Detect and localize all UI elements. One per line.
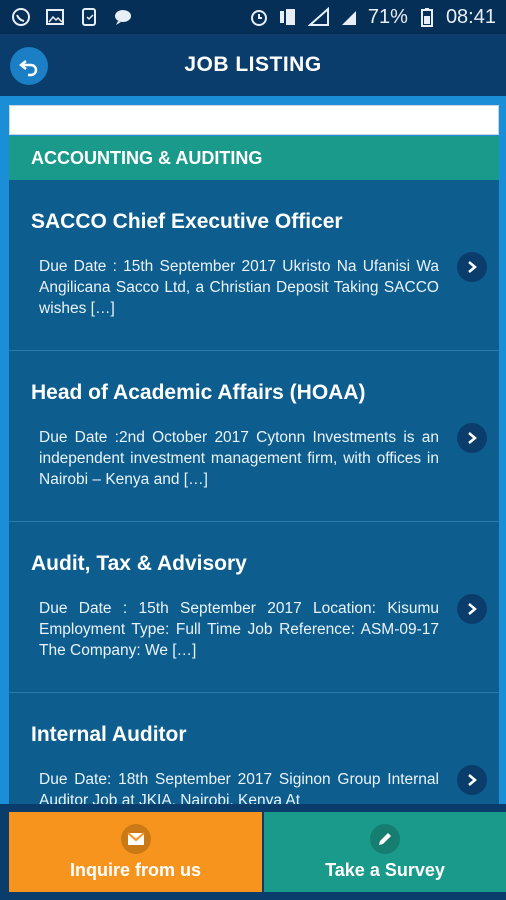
signal-sim2-icon: [338, 7, 360, 27]
alarm-icon: [248, 7, 270, 27]
page-title: JOB LISTING: [184, 53, 322, 76]
chat-icon: [112, 7, 134, 27]
app-bar: JOB LISTING: [0, 34, 506, 96]
job-item[interactable]: Head of Academic Affairs (HOAA) Due Date…: [9, 351, 499, 522]
job-title: Head of Academic Affairs (HOAA): [31, 381, 366, 404]
device-icon: [78, 7, 100, 27]
back-button[interactable]: [10, 47, 48, 85]
search-input[interactable]: [9, 105, 499, 135]
signal-sim1-icon: [278, 7, 300, 27]
chevron-right-icon[interactable]: [457, 594, 487, 624]
inquire-label: Inquire from us: [69, 859, 201, 880]
job-title: Audit, Tax & Advisory: [31, 552, 247, 575]
job-description: Due Date :2nd October 2017 Cytonn Invest…: [39, 429, 439, 488]
job-item[interactable]: Audit, Tax & Advisory Due Date : 15th Se…: [9, 522, 499, 693]
pencil-icon: [370, 823, 400, 854]
content-frame: ACCOUNTING & AUDITING SACCO Chief Execut…: [0, 96, 506, 804]
job-title: Internal Auditor: [31, 723, 187, 746]
category-header[interactable]: ACCOUNTING & AUDITING: [9, 136, 499, 180]
job-description: Due Date : 15th September 2017 Location:…: [39, 600, 439, 659]
mail-icon: [120, 823, 151, 854]
clock: 08:41: [445, 5, 496, 28]
back-arrow-icon: [18, 60, 38, 77]
chevron-right-icon[interactable]: [457, 252, 487, 282]
bottom-action-bar: Inquire from us Take a Survey: [0, 804, 506, 900]
signal-bars-icon: [307, 7, 330, 27]
job-list[interactable]: SACCO Chief Executive Officer Due Date :…: [9, 180, 499, 804]
whatsapp-icon: [10, 7, 32, 27]
inquire-button[interactable]: Inquire from us: [9, 812, 262, 892]
battery-icon: [416, 7, 438, 27]
battery-percent: 71%: [367, 5, 408, 28]
system-status: 71% 08:41: [248, 6, 496, 29]
job-description: Due Date : 15th September 2017 Ukristo N…: [39, 258, 439, 317]
job-item[interactable]: Internal Auditor Due Date: 18th Septembe…: [9, 693, 499, 804]
category-label: ACCOUNTING & AUDITING: [31, 147, 263, 168]
survey-button[interactable]: Take a Survey: [264, 812, 506, 892]
job-item[interactable]: SACCO Chief Executive Officer Due Date :…: [9, 180, 499, 351]
chevron-right-icon[interactable]: [457, 423, 487, 453]
job-title: SACCO Chief Executive Officer: [31, 210, 343, 233]
chevron-right-icon[interactable]: [457, 765, 487, 795]
survey-label: Take a Survey: [325, 859, 445, 880]
notification-icons: [10, 7, 134, 27]
gallery-icon: [44, 7, 66, 27]
job-description: Due Date: 18th September 2017 Siginon Gr…: [39, 771, 439, 804]
status-bar: 71% 08:41: [0, 0, 506, 34]
